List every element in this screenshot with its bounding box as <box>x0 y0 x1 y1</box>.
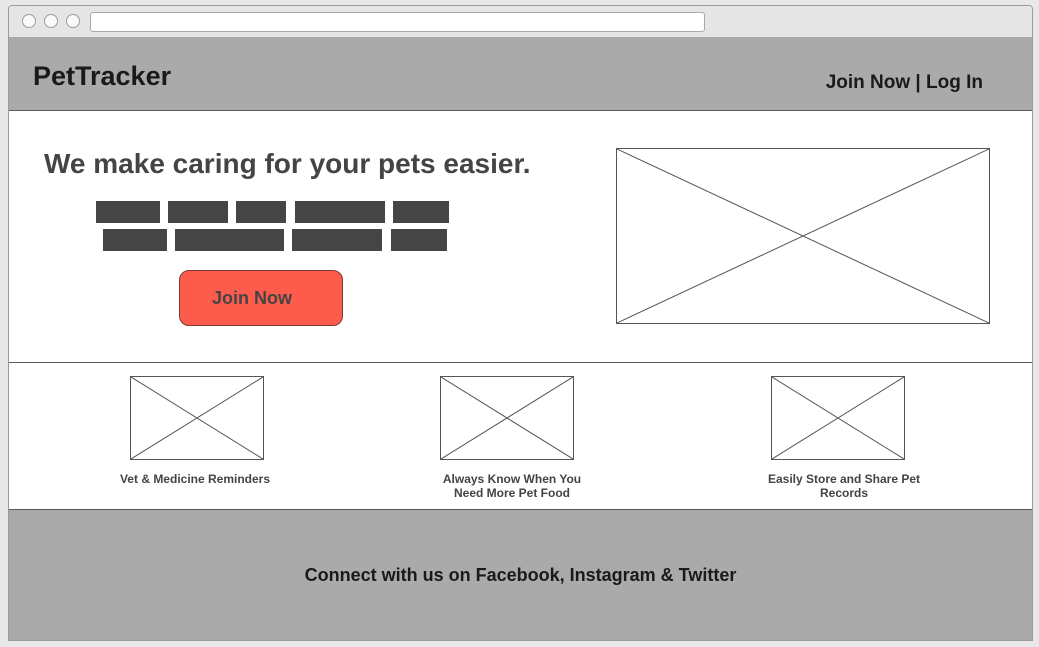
placeholder-text-block <box>391 229 447 251</box>
minimize-window-button[interactable] <box>44 14 58 28</box>
image-placeholder-icon <box>441 377 573 459</box>
placeholder-text-block <box>168 201 228 223</box>
browser-chrome <box>9 6 1032 38</box>
hero-headline: We make caring for your pets easier. <box>44 148 531 179</box>
placeholder-text-block <box>236 201 286 223</box>
hero-image-placeholder <box>616 148 990 324</box>
maximize-window-button[interactable] <box>66 14 80 28</box>
placeholder-text-block <box>175 229 284 251</box>
log-in-link[interactable]: Log In <box>926 72 983 93</box>
feature-image-placeholder <box>440 376 574 460</box>
image-placeholder-icon <box>131 377 263 459</box>
feature-caption: Easily Store and Share Pet Records <box>767 472 921 500</box>
site-footer: Connect with us on Facebook, Instagram &… <box>9 509 1032 640</box>
feature-caption: Vet & Medicine Reminders <box>119 472 271 486</box>
close-window-button[interactable] <box>22 14 36 28</box>
address-bar[interactable] <box>90 12 705 32</box>
nav-separator: | <box>910 72 927 93</box>
site-header: PetTracker Join Now | Log In <box>9 38 1032 111</box>
image-placeholder-icon <box>617 149 989 323</box>
header-nav: Join Now | Log In <box>826 72 983 94</box>
placeholder-text-block <box>96 201 160 223</box>
join-now-link[interactable]: Join Now <box>826 72 910 93</box>
join-now-button[interactable]: Join Now <box>179 270 343 326</box>
browser-window: PetTracker Join Now | Log In We make car… <box>8 5 1033 641</box>
image-placeholder-icon <box>772 377 904 459</box>
placeholder-text-block <box>292 229 382 251</box>
feature-image-placeholder <box>771 376 905 460</box>
site-logo[interactable]: PetTracker <box>33 61 171 92</box>
hero-section: We make caring for your pets easier. Joi… <box>9 112 1032 363</box>
feature-caption: Always Know When You Need More Pet Food <box>442 472 582 500</box>
placeholder-text-block <box>393 201 449 223</box>
feature-image-placeholder <box>130 376 264 460</box>
social-links-text[interactable]: Connect with us on Facebook, Instagram &… <box>9 565 1032 586</box>
placeholder-text-block <box>295 201 385 223</box>
placeholder-text-block <box>103 229 167 251</box>
features-section: Vet & Medicine Reminders Always Know Whe… <box>9 364 1032 509</box>
